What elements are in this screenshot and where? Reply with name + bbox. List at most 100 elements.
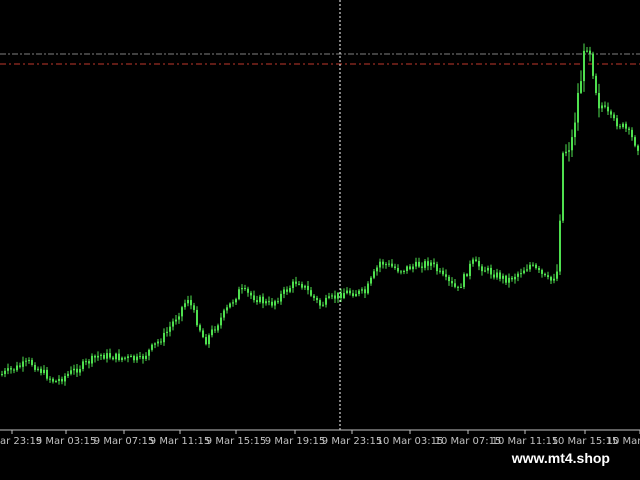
candle-body — [427, 261, 429, 266]
candle-body — [184, 303, 186, 308]
candle-body — [274, 301, 276, 306]
candle-body — [217, 325, 219, 331]
x-tick-label: 9 Mar 07:15 — [94, 436, 154, 447]
candle-body — [214, 329, 216, 331]
candle-body — [352, 293, 354, 296]
candle-body — [412, 266, 414, 270]
candle-body — [163, 332, 165, 343]
candle-body — [460, 286, 462, 288]
x-tick-label: 9 Mar 03:15 — [36, 436, 96, 447]
candle-body — [355, 294, 357, 296]
candle-body — [91, 355, 93, 364]
candle-body — [409, 266, 411, 270]
candle-body — [151, 344, 153, 350]
candle-body — [223, 310, 225, 318]
price-chart[interactable]: 8 Mar 23:159 Mar 03:159 Mar 07:159 Mar 1… — [0, 0, 640, 447]
candle-body — [592, 53, 594, 76]
candle-body — [106, 353, 108, 359]
candle-body — [130, 355, 132, 357]
candle-body — [19, 365, 21, 367]
candle-body — [154, 343, 156, 345]
candle-body — [265, 301, 267, 304]
candle-body — [604, 105, 606, 107]
candle-body — [280, 293, 282, 302]
candle-body — [28, 359, 30, 361]
candle-body — [277, 301, 279, 303]
candle-body — [94, 355, 96, 358]
candle-body — [610, 111, 612, 115]
candle-body — [97, 355, 99, 358]
candle-body — [1, 374, 3, 376]
candle-body — [580, 81, 582, 93]
candle-body — [421, 266, 423, 268]
candle-body — [583, 50, 585, 82]
candle-body — [22, 361, 24, 367]
candle-body — [469, 263, 471, 276]
candle-body — [121, 357, 123, 361]
candle-body — [292, 281, 294, 289]
candle-body — [337, 292, 339, 299]
candle-body — [4, 370, 6, 375]
candle-body — [232, 302, 234, 304]
candle-body — [484, 270, 486, 272]
candle-body — [328, 296, 330, 298]
candle-body — [364, 289, 366, 294]
candle-body — [304, 285, 306, 288]
candle-body — [577, 92, 579, 123]
candle-body — [463, 274, 465, 287]
candle-body — [46, 369, 48, 379]
x-tick-label: 9 Mar 19:15 — [265, 436, 325, 447]
candle-body — [115, 353, 117, 360]
candle-body — [10, 368, 12, 370]
candle-body — [61, 378, 63, 382]
candle-body — [550, 277, 552, 281]
candle-body — [508, 277, 510, 283]
candle-body — [631, 129, 633, 138]
candle-body — [535, 264, 537, 269]
candle-body — [622, 123, 624, 128]
candle-body — [307, 285, 309, 291]
candle-body — [298, 283, 300, 285]
candle-body — [442, 270, 444, 275]
candle-body — [199, 325, 201, 331]
candle-body — [253, 295, 255, 301]
candle-body — [433, 262, 435, 265]
candle-body — [571, 137, 573, 151]
candle-body — [145, 355, 147, 359]
candle-body — [220, 317, 222, 326]
candle-body — [244, 288, 246, 290]
candle-body — [424, 261, 426, 268]
candle-body — [166, 331, 168, 333]
candle-body — [31, 359, 33, 365]
candle-body — [262, 296, 264, 304]
candle-body — [523, 270, 525, 274]
candle-body — [475, 259, 477, 261]
candlestick-chart-svg[interactable]: 8 Mar 23:159 Mar 03:159 Mar 07:159 Mar 1… — [0, 0, 640, 448]
candle-body — [139, 356, 141, 358]
candle-body — [457, 286, 459, 288]
candle-body — [40, 368, 42, 373]
candle-body — [574, 122, 576, 138]
candle-body — [367, 283, 369, 294]
candle-body — [43, 369, 45, 373]
candle-body — [289, 288, 291, 292]
candle-body — [70, 370, 72, 374]
x-tick-label: 9 Mar 15:15 — [206, 436, 266, 447]
candle-body — [595, 75, 597, 93]
candle-body — [319, 300, 321, 306]
candle-body — [286, 289, 288, 292]
candle-body — [178, 316, 180, 320]
candle-body — [49, 378, 51, 380]
candle-body — [478, 260, 480, 267]
candle-body — [541, 269, 543, 274]
candle-body — [73, 368, 75, 371]
candle-body — [175, 319, 177, 322]
candle-body — [346, 290, 348, 294]
candle-body — [613, 114, 615, 119]
candle-body — [127, 356, 129, 359]
candle-body — [403, 270, 405, 272]
candle-body — [271, 301, 273, 306]
candle-body — [439, 270, 441, 272]
candle-body — [13, 369, 15, 371]
candle-body — [619, 126, 621, 128]
